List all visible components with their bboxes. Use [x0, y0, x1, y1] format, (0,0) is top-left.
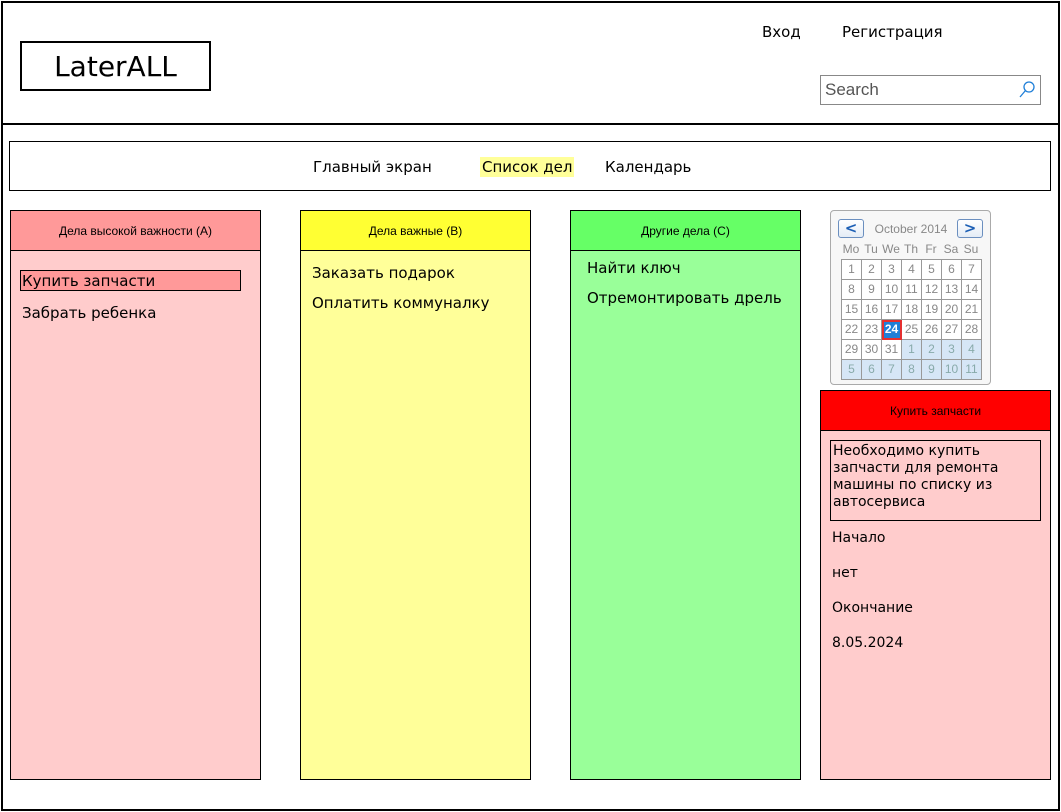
calendar-day[interactable]: 11	[902, 280, 922, 300]
task-item[interactable]: Заказать подарок	[312, 264, 455, 282]
end-value: 8.05.2024	[832, 635, 904, 651]
end-label: Окончание	[832, 600, 913, 616]
register-link[interactable]: Регистрация	[842, 23, 943, 41]
calendar-day[interactable]: 16	[862, 300, 882, 320]
calendar-day[interactable]: 7	[962, 260, 982, 280]
search-box	[820, 75, 1041, 105]
calendar-weekday: Su	[963, 242, 979, 256]
calendar-day[interactable]: 28	[962, 320, 982, 340]
calendar-day[interactable]: 4	[902, 260, 922, 280]
column-header: Другие дела (C)	[571, 211, 800, 251]
calendar-weekday: Sa	[943, 242, 959, 256]
column-high-priority: Дела высокой важности (A) Купить запчаст…	[10, 210, 261, 780]
calendar-day[interactable]: 6	[862, 360, 882, 380]
search-icon[interactable]	[1017, 80, 1037, 100]
calendar-day[interactable]: 25	[902, 320, 922, 340]
search-input[interactable]	[822, 77, 1012, 103]
calendar-day[interactable]: 7	[882, 360, 902, 380]
calendar-day-selected[interactable]: 24	[882, 320, 902, 340]
calendar-day[interactable]: 9	[922, 360, 942, 380]
calendar-day[interactable]: 3	[882, 260, 902, 280]
task-detail-panel: Купить запчасти Необходимо купить запчас…	[820, 390, 1051, 780]
logo-text: LaterALL	[54, 49, 177, 83]
column-important: Дела важные (B) Заказать подарок Оплатит…	[300, 210, 531, 780]
calendar-day[interactable]: 3	[942, 340, 962, 360]
task-item-selected[interactable]: Купить запчасти	[20, 270, 241, 291]
login-link[interactable]: Вход	[762, 23, 801, 41]
calendar-day[interactable]: 30	[862, 340, 882, 360]
calendar-day[interactable]: 10	[882, 280, 902, 300]
calendar-day[interactable]: 22	[842, 320, 862, 340]
calendar-grid: 1 2 3 4 5 6 7 8 9 10 11 12 13 14 15 16 17 18 19 20 21 22 23 24 2…	[841, 259, 982, 380]
calendar-day[interactable]: 6	[942, 260, 962, 280]
start-value: нет	[832, 565, 858, 581]
calendar-prev-button[interactable]: <	[838, 219, 864, 238]
column-header: Дела высокой важности (A)	[11, 211, 260, 251]
calendar-day[interactable]: 5	[842, 360, 862, 380]
calendar-day[interactable]: 13	[942, 280, 962, 300]
calendar-weekday: Fr	[925, 242, 937, 256]
calendar-widget: < October 2014 > Mo Tu We Th Fr Sa Su 12345678…	[830, 210, 991, 385]
calendar-day[interactable]: 17	[882, 300, 902, 320]
task-item[interactable]: Отремонтировать дрель	[587, 289, 782, 307]
calendar-day[interactable]: 26	[922, 320, 942, 340]
detail-description[interactable]: Необходимо купить запчасти для ремонта м…	[830, 440, 1041, 521]
calendar-day[interactable]: 23	[862, 320, 882, 340]
calendar-day[interactable]: 2	[922, 340, 942, 360]
nav-todo-list[interactable]: Список дел	[480, 157, 575, 177]
nav-main-screen[interactable]: Главный экран	[311, 157, 434, 177]
task-item[interactable]: Оплатить коммуналку	[312, 294, 490, 312]
logo[interactable]: LaterALL	[20, 41, 211, 91]
calendar-day[interactable]: 8	[842, 280, 862, 300]
calendar-day[interactable]: 21	[962, 300, 982, 320]
task-item[interactable]: Забрать ребенка	[22, 304, 156, 322]
calendar-next-button[interactable]: >	[957, 219, 983, 238]
calendar-day[interactable]: 4	[962, 340, 982, 360]
calendar-weekday: We	[882, 242, 900, 256]
column-header: Дела важные (B)	[301, 211, 530, 251]
calendar-day[interactable]: 10	[942, 360, 962, 380]
calendar-month-label: October 2014	[874, 222, 948, 236]
calendar-weekday: Tu	[864, 242, 878, 256]
calendar-weekday: Th	[903, 242, 918, 256]
calendar-day[interactable]: 31	[882, 340, 902, 360]
task-item[interactable]: Найти ключ	[587, 259, 681, 277]
calendar-day[interactable]: 20	[942, 300, 962, 320]
calendar-day[interactable]: 8	[902, 360, 922, 380]
calendar-day[interactable]: 2	[862, 260, 882, 280]
calendar-day[interactable]: 5	[922, 260, 942, 280]
header-divider	[1, 123, 1060, 125]
start-label: Начало	[832, 530, 886, 546]
calendar-day[interactable]: 1	[902, 340, 922, 360]
calendar-day[interactable]: 15	[842, 300, 862, 320]
detail-title: Купить запчасти	[821, 391, 1050, 431]
calendar-day[interactable]: 27	[942, 320, 962, 340]
calendar-weekday: Mo	[842, 242, 860, 256]
calendar-day[interactable]: 9	[862, 280, 882, 300]
calendar-day[interactable]: 18	[902, 300, 922, 320]
calendar-day[interactable]: 19	[922, 300, 942, 320]
calendar-day[interactable]: 14	[962, 280, 982, 300]
calendar-day[interactable]: 1	[842, 260, 862, 280]
column-other: Другие дела (C) Найти ключ Отремонтирова…	[570, 210, 801, 780]
calendar-day[interactable]: 29	[842, 340, 862, 360]
calendar-day[interactable]: 12	[922, 280, 942, 300]
nav-calendar[interactable]: Календарь	[603, 157, 693, 177]
calendar-day[interactable]: 11	[962, 360, 982, 380]
